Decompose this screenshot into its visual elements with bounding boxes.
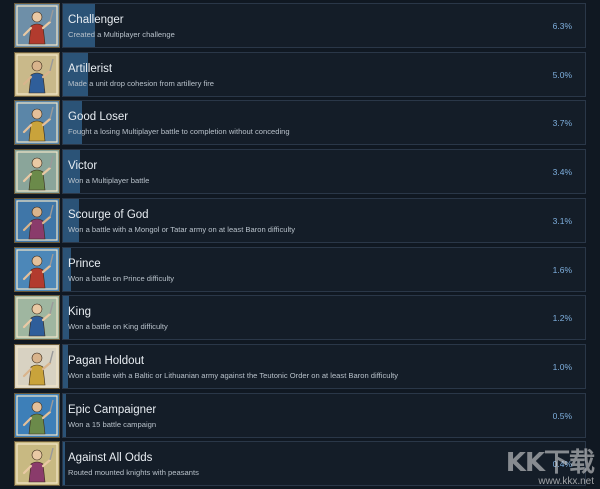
achievement-panel: Challenger Created a Multiplayer challeng… (62, 3, 586, 48)
achievement-row: Challenger Created a Multiplayer challeng… (0, 3, 600, 48)
achievement-panel: Victor Won a Multiplayer battle 3.4% (62, 149, 586, 195)
achievement-description: Fought a losing Multiplayer battle to co… (68, 127, 290, 137)
achievement-title: Challenger (68, 14, 124, 26)
medieval-challenger-icon (14, 3, 60, 48)
achievement-row: Artillerist Made a unit drop cohesion fro… (0, 51, 600, 97)
achievement-row: Good Loser Fought a losing Multiplayer ba… (0, 100, 600, 146)
achievement-description: Won a Multiplayer battle (68, 176, 150, 186)
achievement-description: Won a battle with a Baltic or Lithuanian… (68, 370, 399, 380)
achievement-title: Scourge of God (68, 208, 149, 221)
achievement-title: Victor (68, 160, 98, 173)
unlock-progress-bar (63, 442, 65, 486)
medieval-king-icon (14, 295, 60, 341)
achievement-panel: Scourge of God Won a battle with a Mongol… (62, 197, 586, 243)
achievement-row: Prince Won a battle on Prince difficulty 1… (0, 246, 600, 292)
achievement-description: Made a unit drop cohesion from artillery… (68, 78, 215, 88)
achievement-panel: Against All Odds Routed mounted knights w… (62, 441, 586, 487)
achievement-title: Epic Campaigner (68, 403, 157, 416)
unlock-percentage: 1.6% (552, 264, 572, 275)
achievement-row: King Won a battle on King difficulty 1.2% (0, 295, 600, 341)
achievement-title: King (68, 306, 92, 319)
achievement-row: Pagan Holdout Won a battle with a Baltic … (0, 343, 600, 389)
achievement-row: Against All Odds Routed mounted knights w… (0, 441, 600, 487)
medieval-good-loser-icon (14, 100, 60, 146)
achievement-panel: King Won a battle on King difficulty 1.2% (62, 295, 586, 341)
achievement-description: Won a battle on Prince difficulty (68, 273, 175, 283)
medieval-epic-campaigner-icon (14, 392, 60, 438)
achievement-row: Epic Campaigner Won a 15 battle campaign 0… (0, 392, 600, 438)
achievement-title: Artillerist (68, 62, 113, 75)
achievement-panel: Epic Campaigner Won a 15 battle campaign 0… (62, 392, 586, 438)
unlock-percentage: 0.4% (552, 459, 572, 470)
medieval-artillerist-icon (14, 51, 60, 97)
unlock-percentage: 1.2% (552, 313, 572, 324)
achievement-description: Won a battle with a Mongol or Tatar army… (68, 224, 296, 234)
unlock-percentage: 3.4% (552, 167, 572, 178)
achievement-description: Routed mounted knights with peasants (68, 468, 199, 478)
medieval-victor-icon (14, 149, 60, 195)
unlock-percentage: 6.3% (552, 21, 572, 31)
achievement-title: Good Loser (68, 111, 129, 124)
achievement-panel: Pagan Holdout Won a battle with a Baltic … (62, 343, 586, 389)
medieval-prince-icon (14, 246, 60, 292)
achievement-title: Prince (68, 257, 101, 270)
unlock-percentage: 0.5% (552, 410, 572, 421)
achievement-title: Against All Odds (68, 452, 153, 465)
unlock-percentage: 3.1% (552, 215, 572, 226)
medieval-scourge-icon (14, 197, 60, 243)
achievement-description: Won a battle on King difficulty (68, 322, 168, 332)
unlock-percentage: 1.0% (552, 361, 572, 372)
unlock-percentage: 3.7% (552, 118, 572, 129)
achievement-panel: Prince Won a battle on Prince difficulty 1… (62, 246, 586, 292)
achievement-row: Victor Won a Multiplayer battle 3.4% (0, 149, 600, 195)
achievement-panel: Good Loser Fought a losing Multiplayer ba… (62, 100, 586, 146)
unlock-progress-bar (63, 393, 66, 437)
achievement-description: Won a 15 battle campaign (68, 419, 157, 429)
achievement-description: Created a Multiplayer challenge (68, 30, 175, 39)
medieval-pagan-holdout-icon (14, 343, 60, 389)
medieval-against-all-odds-icon (14, 441, 60, 487)
unlock-percentage: 5.0% (552, 69, 572, 80)
achievement-title: Pagan Holdout (68, 354, 145, 367)
achievement-panel: Artillerist Made a unit drop cohesion fro… (62, 51, 586, 97)
achievement-row: Scourge of God Won a battle with a Mongol… (0, 197, 600, 243)
